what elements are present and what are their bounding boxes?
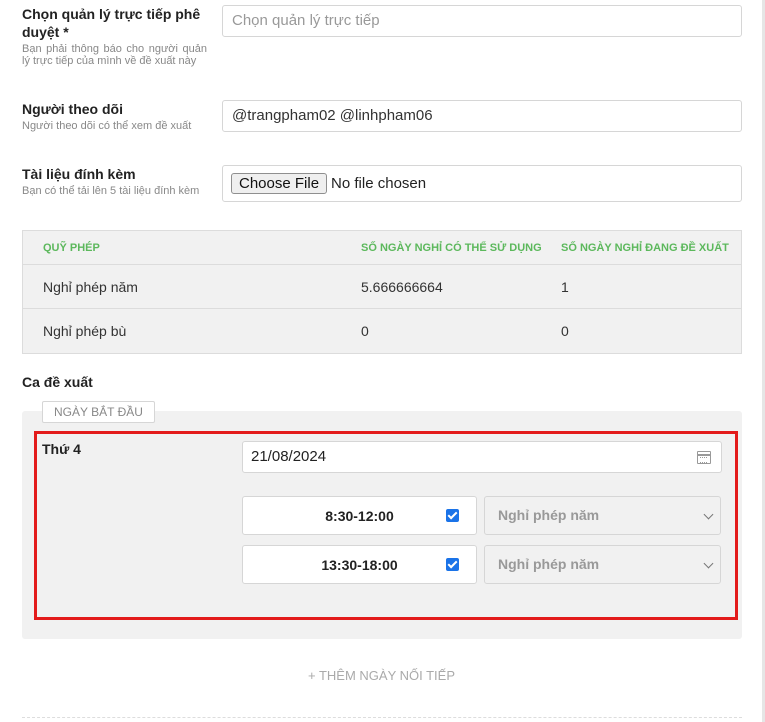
file-upload-field: Choose File No file chosen: [222, 165, 742, 202]
shift-section-title: Ca đề xuất: [22, 374, 93, 390]
table-header-row: QUỸ PHÉP SỐ NGÀY NGHỈ CÓ THỂ SỬ DỤNG SỐ …: [23, 231, 741, 265]
available-days-cell: 0: [361, 323, 369, 339]
attachments-label: Tài liệu đính kèm: [22, 166, 136, 182]
file-status-text: No file chosen: [331, 175, 427, 192]
time-slot-morning[interactable]: 8:30-12:00: [242, 496, 477, 535]
choose-file-button[interactable]: Choose File: [231, 173, 328, 194]
time-slot-afternoon[interactable]: 13:30-18:00: [242, 545, 477, 584]
attachments-hint: Bạn có thể tải lên 5 tài liệu đính kèm: [22, 185, 200, 197]
add-consecutive-day-button[interactable]: + THÊM NGÀY NỐI TIẾP: [0, 668, 765, 683]
calendar-icon[interactable]: [697, 451, 711, 464]
manager-select-input[interactable]: Chọn quản lý trực tiếp: [222, 5, 742, 37]
leave-type-selected: Nghỉ phép năm: [498, 556, 600, 572]
leave-balance-table: QUỸ PHÉP SỐ NGÀY NGHỈ CÓ THỂ SỬ DỤNG SỐ …: [22, 230, 742, 354]
manager-label: Chọn quản lý trực tiếp phê duyệt *: [22, 6, 201, 40]
manager-row: Chọn quản lý trực tiếp phê duyệt * Bạn p…: [22, 5, 742, 67]
date-picker-input[interactable]: 21/08/2024: [242, 441, 722, 473]
time-slot-label: 8:30-12:00: [325, 507, 394, 524]
chevron-down-icon: [703, 558, 714, 569]
time-slot-checkbox[interactable]: [446, 509, 459, 522]
header-available-days: SỐ NGÀY NGHỈ CÓ THỂ SỬ DỤNG: [361, 241, 542, 254]
leave-type-select[interactable]: Nghỉ phép năm: [484, 545, 721, 584]
header-leave-fund: QUỸ PHÉP: [43, 241, 100, 254]
followers-label: Người theo dõi: [22, 101, 123, 117]
header-requested-days: SỐ NGÀY NGHỈ ĐANG ĐỀ XUẤT: [561, 241, 729, 254]
time-slot-checkbox[interactable]: [446, 558, 459, 571]
divider: [22, 717, 742, 718]
followers-row: Người theo dõi Người theo dõi có thể xem…: [22, 100, 742, 132]
day-label: Thứ 4: [42, 441, 81, 457]
attachments-row: Tài liệu đính kèm Bạn có thể tải lên 5 t…: [22, 165, 742, 202]
leave-type-cell: Nghỉ phép bù: [43, 323, 127, 339]
table-row: Nghỉ phép bù 0 0: [23, 309, 741, 353]
requested-days-cell: 0: [561, 323, 569, 339]
followers-hint: Người theo dõi có thể xem đề xuất: [22, 120, 192, 132]
table-row: Nghỉ phép năm 5.666666664 1: [23, 265, 741, 309]
followers-input[interactable]: @trangpham02 @linhpham06: [222, 100, 742, 132]
time-slot-label: 13:30-18:00: [321, 556, 398, 573]
start-date-tag: NGÀY BẮT ĐẦU: [42, 401, 155, 423]
manager-hint: Bạn phải thông báo cho người quản lý trự…: [22, 43, 207, 67]
date-value: 21/08/2024: [251, 448, 327, 465]
leave-type-select[interactable]: Nghỉ phép năm: [484, 496, 721, 535]
requested-days-cell: 1: [561, 278, 569, 295]
leave-type-selected: Nghỉ phép năm: [498, 507, 600, 523]
chevron-down-icon: [703, 509, 714, 520]
available-days-cell: 5.666666664: [361, 278, 443, 295]
leave-type-cell: Nghỉ phép năm: [43, 278, 138, 295]
